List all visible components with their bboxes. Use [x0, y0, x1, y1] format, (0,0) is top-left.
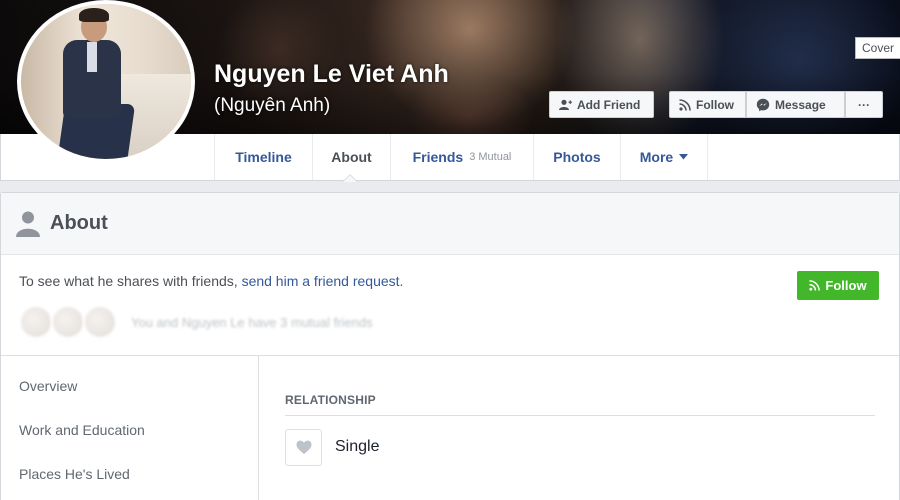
- sidebar-item-work-education[interactable]: Work and Education: [19, 422, 145, 438]
- rss-icon: [679, 98, 691, 111]
- profile-alternate-name: (Nguyên Anh): [214, 95, 331, 116]
- mutual-friends-row[interactable]: You and Nguyen Le have 3 mutual friends: [19, 305, 373, 339]
- profile-name[interactable]: Nguyen Le Viet Anh: [214, 60, 449, 89]
- sidebar-item-places-lived[interactable]: Places He's Lived: [19, 466, 130, 482]
- about-title: About: [50, 212, 108, 234]
- tab-more[interactable]: More: [620, 134, 708, 180]
- active-tab-caret-inner: [343, 175, 357, 182]
- more-dots-icon: ···: [858, 97, 870, 112]
- tab-friends-label: Friends: [412, 149, 464, 165]
- about-header: About: [1, 193, 899, 255]
- avatar-hair: [79, 8, 109, 22]
- avatar-shirt: [87, 42, 97, 72]
- rss-icon: [809, 280, 821, 291]
- message-label: Message: [775, 97, 826, 112]
- send-friend-request-link[interactable]: send him a friend request.: [242, 273, 404, 289]
- mutual-friend-avatar: [83, 305, 117, 339]
- friend-request-text: To see what he shares with friends,: [19, 273, 242, 289]
- relationship-divider: [285, 415, 875, 416]
- message-button[interactable]: Message: [746, 91, 845, 118]
- about-follow-button[interactable]: Follow: [797, 271, 879, 300]
- about-card: About To see what he shares with friends…: [0, 192, 900, 500]
- about-sidebar: Overview Work and Education Places He's …: [1, 356, 259, 500]
- relationship-section-label: RELATIONSHIP: [285, 393, 376, 407]
- tab-friends-mutual-count: 3 Mutual: [469, 151, 512, 163]
- chevron-down-icon: [679, 154, 689, 160]
- sidebar-item-overview[interactable]: Overview: [19, 378, 77, 394]
- tab-timeline-label: Timeline: [235, 149, 292, 165]
- mutual-friends-text: You and Nguyen Le have 3 mutual friends: [131, 314, 373, 330]
- heart-icon: [285, 429, 322, 466]
- add-friend-label: Add Friend: [577, 97, 641, 112]
- about-follow-label: Follow: [825, 278, 867, 293]
- add-friend-icon: [559, 99, 572, 110]
- person-icon: [16, 211, 40, 237]
- mutual-friend-avatar: [19, 305, 53, 339]
- relationship-status: Single: [335, 438, 380, 455]
- follow-button[interactable]: Follow: [669, 91, 746, 118]
- tab-photos[interactable]: Photos: [533, 134, 620, 180]
- more-options-button[interactable]: ···: [845, 91, 883, 118]
- cover-tag: Cover: [854, 37, 900, 59]
- follow-label: Follow: [696, 97, 734, 112]
- friend-request-notice: To see what he shares with friends, send…: [19, 273, 403, 289]
- messenger-icon: [756, 98, 770, 111]
- tab-about-label: About: [331, 149, 372, 165]
- tab-timeline[interactable]: Timeline: [214, 134, 312, 180]
- tab-photos-label: Photos: [553, 149, 601, 165]
- tab-friends[interactable]: Friends 3 Mutual: [390, 134, 533, 180]
- add-friend-button[interactable]: Add Friend: [549, 91, 654, 118]
- profile-picture[interactable]: [17, 0, 195, 163]
- tab-more-label: More: [639, 149, 674, 165]
- mutual-friend-avatar: [51, 305, 85, 339]
